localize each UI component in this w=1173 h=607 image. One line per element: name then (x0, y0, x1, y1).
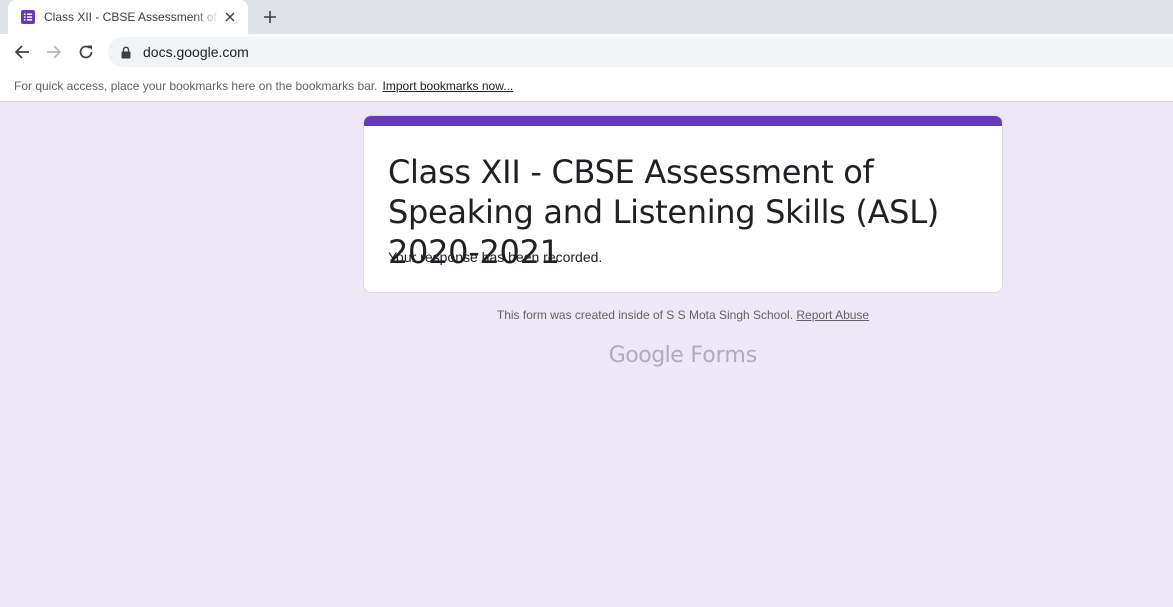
confirmation-message: Your response has been recorded. (388, 249, 603, 265)
reload-icon[interactable] (76, 42, 96, 62)
report-abuse-link[interactable]: Report Abuse (796, 308, 869, 322)
card-accent-bar (364, 116, 1002, 126)
back-arrow-icon[interactable] (12, 42, 32, 62)
browser-tab[interactable]: Class XII - CBSE Assessment of Speaking … (8, 0, 248, 34)
form-card: Class XII - CBSE Assessment of Speaking … (363, 115, 1003, 293)
tab-strip: Class XII - CBSE Assessment of Speaking … (0, 0, 1173, 34)
browser-toolbar: docs.google.com (0, 34, 1173, 70)
lock-icon[interactable] (120, 45, 132, 59)
bookmarks-prompt: For quick access, place your bookmarks h… (14, 78, 378, 93)
new-tab-plus-icon[interactable] (260, 8, 280, 26)
brand-forms: Forms (690, 343, 758, 368)
close-icon[interactable] (222, 9, 238, 25)
bookmarks-bar: For quick access, place your bookmarks h… (0, 70, 1173, 102)
google-forms-favicon-icon (20, 9, 36, 25)
address-bar[interactable]: docs.google.com (108, 37, 1173, 67)
forward-arrow-icon[interactable] (44, 42, 64, 62)
tab-title: Class XII - CBSE Assessment of Speaking … (44, 10, 220, 24)
import-bookmarks-link[interactable]: Import bookmarks now... (383, 79, 514, 93)
url-text: docs.google.com (143, 44, 249, 60)
brand-google: Google (608, 343, 684, 368)
form-footer: This form was created inside of S S Mota… (363, 308, 1003, 322)
footer-text: This form was created inside of S S Mota… (496, 308, 794, 322)
google-forms-logo[interactable]: Google Forms (363, 343, 1003, 368)
